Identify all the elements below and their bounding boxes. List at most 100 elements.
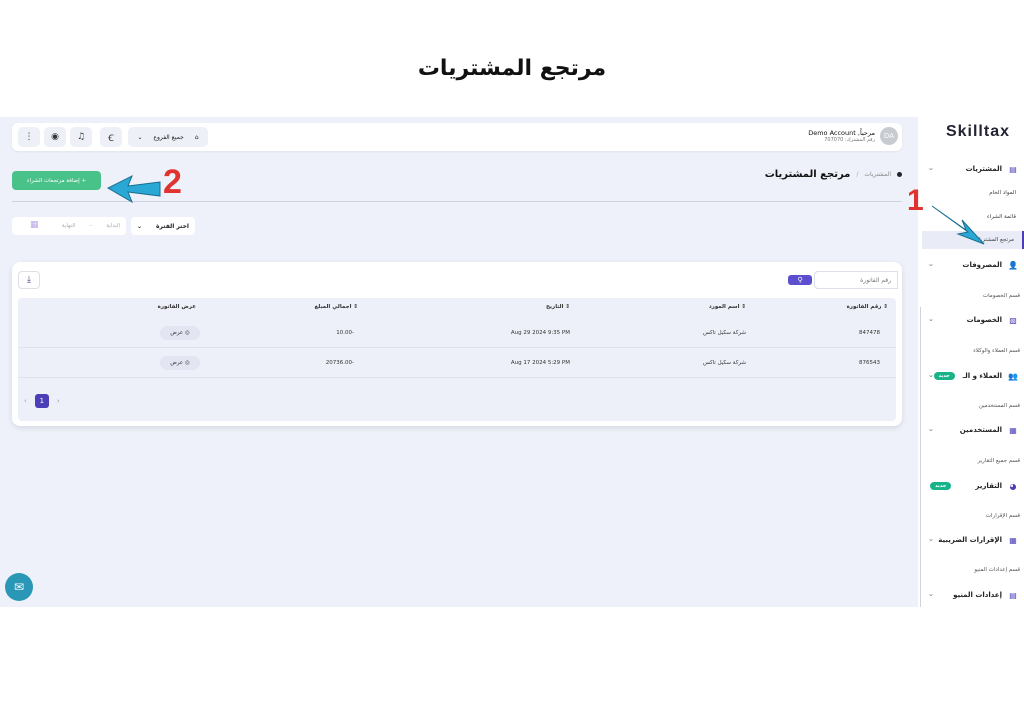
column-header-amount[interactable]: ⇕ اجمالي المبلغ — [314, 304, 358, 310]
search-box: ⚲ — [788, 271, 898, 289]
record-icon[interactable]: ◉ — [44, 127, 66, 147]
page: مرتجع المشتريات Skilltax ▤ المشتريات ⌄ ا… — [0, 0, 1024, 724]
person-icon: 👤 — [1008, 260, 1018, 270]
column-header-invoice[interactable]: ⇕ رقم الفاتورة — [847, 304, 888, 310]
view-invoice-button[interactable]: ◎ عرض — [160, 326, 200, 340]
more-icon[interactable]: ⋮ — [18, 127, 40, 147]
sidebar-item-label: المشتريات — [965, 165, 1002, 173]
pie-chart-icon: ◕ — [1009, 481, 1017, 491]
bell-icon[interactable]: ♫ — [70, 127, 92, 147]
sidebar-item-label: التقارير — [975, 482, 1002, 490]
sidebar-item-purchases[interactable]: ▤ المشتريات ⌄ — [918, 159, 1024, 179]
sidebar-item-label: الخصومات — [966, 316, 1002, 324]
supplier-name: شركة سكيل تاكس — [702, 360, 746, 366]
breadcrumb-separator: / — [856, 171, 859, 178]
start-date-placeholder: البداية — [106, 223, 120, 229]
sidebar-caption-reports: قسم جميع التقارير — [977, 458, 1020, 464]
store-icon: ⌂ — [194, 133, 199, 141]
branch-label: جميع الفروع — [153, 133, 184, 141]
sidebar-item-tax[interactable]: ▦ الإقرارات الضريبية ⌄ — [918, 530, 1024, 550]
page-button[interactable]: 1 — [34, 394, 49, 408]
sidebar-item-label: المستخدمين — [959, 426, 1002, 434]
sidebar-item-discounts[interactable]: ▧ الخصومات ⌄ — [918, 310, 1024, 330]
period-selector[interactable]: اختر الفترة ⌄ — [131, 217, 195, 235]
invoice-date: Aug 17 2024 5:29 PM — [510, 360, 570, 366]
page-title: مرتجع المشتريات — [764, 169, 851, 180]
user-menu[interactable]: DA مرحباً, Demo Account رقم المشترك: 707… — [808, 127, 898, 145]
annotation-number-2: 2 — [163, 163, 182, 201]
column-header-view: عرض الفاتورة — [157, 304, 196, 310]
annotation-number-1: 1 — [907, 184, 924, 217]
sidebar: Skilltax ▤ المشتريات ⌄ المواد الخام قائم… — [918, 117, 1024, 607]
column-header-date[interactable]: ⇕ التاريخ — [546, 304, 570, 310]
table-row: 847478 شركة سكيل تاكس Aug 29 2024 9:35 P… — [18, 318, 896, 348]
column-header-supplier[interactable]: ⇕ اسم المورد — [709, 304, 746, 310]
sidebar-caption-tax: قسم الإقرارات — [985, 513, 1020, 519]
table-header: ⇕ رقم الفاتورة ⇕ اسم المورد ⇕ التاريخ ⇕ … — [18, 298, 896, 318]
add-purchase-return-button[interactable]: + إضافة مرتجعات الشراء — [12, 171, 101, 190]
download-icon[interactable]: ⤓ — [18, 271, 40, 289]
breadcrumb: المشتريات / مرتجع المشتريات — [765, 169, 902, 180]
sidebar-item-expenses[interactable]: 👤 المصروفات ⌄ — [918, 255, 1024, 275]
pagination: ‹ 1 › — [24, 394, 60, 408]
document-icon: ▤ — [1009, 164, 1017, 174]
sidebar-item-customers[interactable]: 👥 العملاء و الـ جديد ⌄ — [918, 366, 1024, 386]
top-bar: ⋮ ◉ ♫ Ꞓ ⌂ جميع الفروع ⌄ DA مرحباً, Demo … — [12, 123, 902, 151]
invoice-search-input[interactable] — [814, 271, 898, 289]
grid-icon: ▦ — [1009, 535, 1017, 545]
table-row: 876543 شركة سكيل تاكس Aug 17 2024 5:29 P… — [18, 348, 896, 378]
user-greeting: مرحباً, Demo Account — [808, 129, 875, 137]
end-date-placeholder: النهاية — [61, 223, 76, 229]
chevron-down-icon: ⌄ — [928, 315, 934, 323]
sidebar-rail — [920, 307, 921, 607]
next-page-button[interactable]: › — [57, 397, 60, 405]
users-icon: 👥 — [1008, 371, 1018, 381]
language-icon[interactable]: Ꞓ — [100, 127, 122, 147]
new-badge: جديد — [933, 372, 955, 380]
eye-icon: ◎ — [184, 330, 190, 336]
subscriber-number: رقم المشترك: 707070 — [824, 137, 875, 143]
prev-page-button[interactable]: ‹ — [24, 397, 27, 405]
discount-icon: ▧ — [1009, 315, 1017, 325]
supplier-name: شركة سكيل تاكس — [702, 330, 746, 336]
range-dash: – — [89, 223, 93, 229]
document-icon: ▤ — [1009, 590, 1017, 600]
sidebar-item-label: إعدادات المنيو — [953, 591, 1002, 599]
sidebar-item-label: المصروفات — [962, 261, 1002, 269]
chevron-down-icon: ⌄ — [928, 371, 934, 379]
sidebar-item-users[interactable]: ▦ المستخدمين ⌄ — [918, 420, 1024, 440]
sidebar-caption-users: قسم المستخدمين — [978, 403, 1020, 409]
bullet-icon — [897, 172, 902, 177]
sidebar-item-reports[interactable]: ◕ التقارير جديد — [918, 476, 1024, 496]
annotation-arrow-2 — [106, 174, 161, 204]
eye-icon: ◎ — [184, 360, 190, 366]
chevron-down-icon: ⌄ — [928, 535, 934, 543]
view-invoice-button[interactable]: ◎ عرض — [160, 356, 200, 370]
sidebar-caption-menu: قسم إعدادات المنيو — [974, 567, 1020, 573]
logo: Skilltax — [945, 123, 1010, 140]
calendar-icon: ▦ — [30, 220, 39, 230]
chevron-down-icon: ⌄ — [137, 133, 143, 141]
grid-icon: ▦ — [1009, 425, 1017, 435]
sidebar-caption-discounts: قسم الخصومات — [982, 293, 1020, 299]
data-table: ⇕ رقم الفاتورة ⇕ اسم المورد ⇕ التاريخ ⇕ … — [18, 298, 896, 421]
chat-icon[interactable]: ✉ — [5, 573, 33, 601]
sidebar-item-menu-settings[interactable]: ▤ إعدادات المنيو ⌄ — [918, 585, 1024, 605]
search-icon[interactable]: ⚲ — [788, 275, 812, 285]
table-card: ⚲ ⤓ ⇕ رقم الفاتورة ⇕ اسم المورد ⇕ التاري… — [12, 262, 902, 426]
invoice-date: Aug 29 2024 9:35 PM — [510, 330, 570, 336]
invoice-amount: -10.00 — [336, 330, 354, 336]
breadcrumb-parent[interactable]: المشتريات — [864, 171, 891, 178]
page-heading: مرتجع المشتريات — [417, 56, 607, 81]
branch-selector[interactable]: ⌂ جميع الفروع ⌄ — [128, 127, 208, 147]
period-label: اختر الفترة — [155, 222, 189, 230]
sidebar-item-label: الإقرارات الضريبية — [938, 536, 1002, 544]
chevron-down-icon: ⌄ — [928, 425, 934, 433]
annotation-arrow-1 — [931, 205, 985, 245]
chevron-down-icon: ⌄ — [137, 222, 143, 230]
date-range-input[interactable]: البداية – النهاية ▦ — [12, 217, 126, 235]
chevron-down-icon: ⌄ — [928, 164, 934, 172]
chevron-down-icon: ⌄ — [928, 590, 934, 598]
chevron-down-icon: ⌄ — [928, 260, 934, 268]
invoice-number: 847478 — [859, 330, 880, 336]
